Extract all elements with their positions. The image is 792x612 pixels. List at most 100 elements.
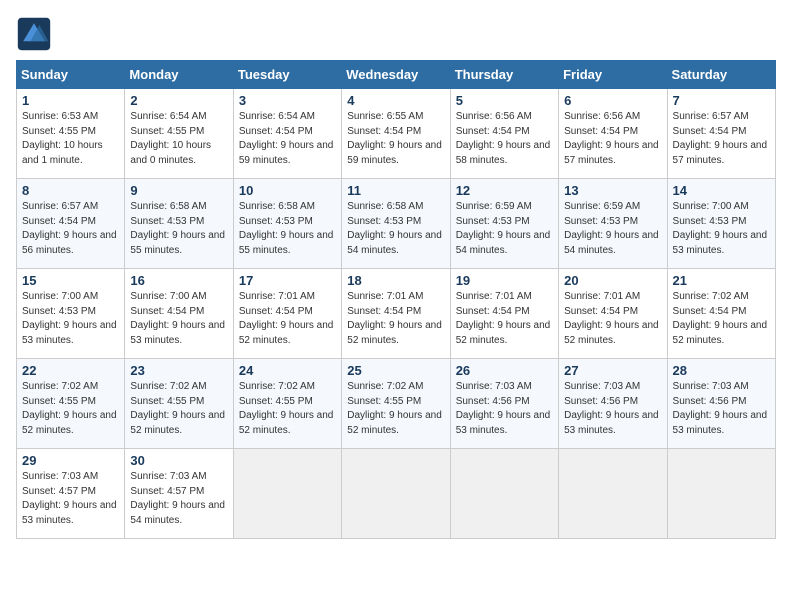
day-info: Sunrise: 7:02 AM Sunset: 4:55 PM Dayligh… [347,380,444,438]
day-number: 24 [239,363,336,378]
calendar-cell: 12 Sunrise: 6:59 AM Sunset: 4:53 PM Dayl… [450,179,558,269]
calendar-cell [450,449,558,539]
calendar-cell: 7 Sunrise: 6:57 AM Sunset: 4:54 PM Dayli… [667,89,775,179]
day-info: Sunrise: 6:59 AM Sunset: 4:53 PM Dayligh… [564,200,661,258]
day-info: Sunrise: 7:00 AM Sunset: 4:53 PM Dayligh… [22,290,119,348]
calendar-cell: 21 Sunrise: 7:02 AM Sunset: 4:54 PM Dayl… [667,269,775,359]
day-number: 7 [673,93,770,108]
day-info: Sunrise: 6:58 AM Sunset: 4:53 PM Dayligh… [130,200,227,258]
calendar-cell: 3 Sunrise: 6:54 AM Sunset: 4:54 PM Dayli… [233,89,341,179]
day-info: Sunrise: 6:59 AM Sunset: 4:53 PM Dayligh… [456,200,553,258]
calendar-cell: 5 Sunrise: 6:56 AM Sunset: 4:54 PM Dayli… [450,89,558,179]
calendar-table: SundayMondayTuesdayWednesdayThursdayFrid… [16,60,776,539]
calendar-body: 1 Sunrise: 6:53 AM Sunset: 4:55 PM Dayli… [17,89,776,539]
day-number: 4 [347,93,444,108]
day-info: Sunrise: 7:01 AM Sunset: 4:54 PM Dayligh… [456,290,553,348]
calendar-cell: 14 Sunrise: 7:00 AM Sunset: 4:53 PM Dayl… [667,179,775,269]
calendar-cell: 18 Sunrise: 7:01 AM Sunset: 4:54 PM Dayl… [342,269,450,359]
day-info: Sunrise: 6:58 AM Sunset: 4:53 PM Dayligh… [239,200,336,258]
calendar-week-3: 22 Sunrise: 7:02 AM Sunset: 4:55 PM Dayl… [17,359,776,449]
day-info: Sunrise: 7:03 AM Sunset: 4:56 PM Dayligh… [456,380,553,438]
calendar-cell: 6 Sunrise: 6:56 AM Sunset: 4:54 PM Dayli… [559,89,667,179]
calendar-cell: 25 Sunrise: 7:02 AM Sunset: 4:55 PM Dayl… [342,359,450,449]
calendar-cell: 13 Sunrise: 6:59 AM Sunset: 4:53 PM Dayl… [559,179,667,269]
calendar-cell: 19 Sunrise: 7:01 AM Sunset: 4:54 PM Dayl… [450,269,558,359]
day-info: Sunrise: 6:54 AM Sunset: 4:55 PM Dayligh… [130,110,227,168]
day-number: 18 [347,273,444,288]
day-number: 29 [22,453,119,468]
calendar-cell [233,449,341,539]
day-info: Sunrise: 7:03 AM Sunset: 4:57 PM Dayligh… [130,470,227,528]
calendar-week-0: 1 Sunrise: 6:53 AM Sunset: 4:55 PM Dayli… [17,89,776,179]
day-number: 30 [130,453,227,468]
day-number: 28 [673,363,770,378]
calendar-week-4: 29 Sunrise: 7:03 AM Sunset: 4:57 PM Dayl… [17,449,776,539]
day-number: 2 [130,93,227,108]
calendar-cell: 26 Sunrise: 7:03 AM Sunset: 4:56 PM Dayl… [450,359,558,449]
dow-header-friday: Friday [559,61,667,89]
day-info: Sunrise: 6:56 AM Sunset: 4:54 PM Dayligh… [456,110,553,168]
day-number: 12 [456,183,553,198]
calendar-cell: 16 Sunrise: 7:00 AM Sunset: 4:54 PM Dayl… [125,269,233,359]
dow-header-thursday: Thursday [450,61,558,89]
day-number: 21 [673,273,770,288]
calendar-cell: 28 Sunrise: 7:03 AM Sunset: 4:56 PM Dayl… [667,359,775,449]
day-number: 6 [564,93,661,108]
day-info: Sunrise: 7:00 AM Sunset: 4:54 PM Dayligh… [130,290,227,348]
day-info: Sunrise: 6:57 AM Sunset: 4:54 PM Dayligh… [22,200,119,258]
calendar-cell: 24 Sunrise: 7:02 AM Sunset: 4:55 PM Dayl… [233,359,341,449]
logo-icon [16,16,52,52]
calendar-cell: 29 Sunrise: 7:03 AM Sunset: 4:57 PM Dayl… [17,449,125,539]
day-info: Sunrise: 7:03 AM Sunset: 4:56 PM Dayligh… [673,380,770,438]
day-number: 13 [564,183,661,198]
day-number: 5 [456,93,553,108]
calendar-cell [559,449,667,539]
day-number: 25 [347,363,444,378]
calendar-cell: 1 Sunrise: 6:53 AM Sunset: 4:55 PM Dayli… [17,89,125,179]
calendar-cell [342,449,450,539]
calendar-cell: 27 Sunrise: 7:03 AM Sunset: 4:56 PM Dayl… [559,359,667,449]
day-info: Sunrise: 7:02 AM Sunset: 4:55 PM Dayligh… [239,380,336,438]
dow-header-wednesday: Wednesday [342,61,450,89]
day-number: 22 [22,363,119,378]
calendar-cell: 20 Sunrise: 7:01 AM Sunset: 4:54 PM Dayl… [559,269,667,359]
day-info: Sunrise: 7:03 AM Sunset: 4:56 PM Dayligh… [564,380,661,438]
day-number: 10 [239,183,336,198]
day-info: Sunrise: 7:03 AM Sunset: 4:57 PM Dayligh… [22,470,119,528]
day-number: 27 [564,363,661,378]
day-number: 15 [22,273,119,288]
day-info: Sunrise: 7:01 AM Sunset: 4:54 PM Dayligh… [564,290,661,348]
calendar-cell: 10 Sunrise: 6:58 AM Sunset: 4:53 PM Dayl… [233,179,341,269]
day-info: Sunrise: 7:00 AM Sunset: 4:53 PM Dayligh… [673,200,770,258]
calendar-cell: 30 Sunrise: 7:03 AM Sunset: 4:57 PM Dayl… [125,449,233,539]
calendar-cell: 4 Sunrise: 6:55 AM Sunset: 4:54 PM Dayli… [342,89,450,179]
day-number: 16 [130,273,227,288]
calendar-cell: 15 Sunrise: 7:00 AM Sunset: 4:53 PM Dayl… [17,269,125,359]
day-number: 1 [22,93,119,108]
day-info: Sunrise: 6:57 AM Sunset: 4:54 PM Dayligh… [673,110,770,168]
day-number: 14 [673,183,770,198]
calendar-header-row: SundayMondayTuesdayWednesdayThursdayFrid… [17,61,776,89]
day-info: Sunrise: 7:01 AM Sunset: 4:54 PM Dayligh… [239,290,336,348]
day-number: 3 [239,93,336,108]
day-number: 11 [347,183,444,198]
day-info: Sunrise: 6:55 AM Sunset: 4:54 PM Dayligh… [347,110,444,168]
day-info: Sunrise: 6:58 AM Sunset: 4:53 PM Dayligh… [347,200,444,258]
day-number: 17 [239,273,336,288]
dow-header-monday: Monday [125,61,233,89]
day-number: 9 [130,183,227,198]
day-info: Sunrise: 7:02 AM Sunset: 4:54 PM Dayligh… [673,290,770,348]
day-info: Sunrise: 6:56 AM Sunset: 4:54 PM Dayligh… [564,110,661,168]
logo [16,16,56,52]
day-info: Sunrise: 7:02 AM Sunset: 4:55 PM Dayligh… [130,380,227,438]
page-header [16,16,776,52]
day-number: 23 [130,363,227,378]
calendar-cell [667,449,775,539]
day-number: 8 [22,183,119,198]
day-number: 20 [564,273,661,288]
calendar-cell: 11 Sunrise: 6:58 AM Sunset: 4:53 PM Dayl… [342,179,450,269]
calendar-cell: 17 Sunrise: 7:01 AM Sunset: 4:54 PM Dayl… [233,269,341,359]
calendar-week-1: 8 Sunrise: 6:57 AM Sunset: 4:54 PM Dayli… [17,179,776,269]
day-info: Sunrise: 6:54 AM Sunset: 4:54 PM Dayligh… [239,110,336,168]
calendar-cell: 23 Sunrise: 7:02 AM Sunset: 4:55 PM Dayl… [125,359,233,449]
